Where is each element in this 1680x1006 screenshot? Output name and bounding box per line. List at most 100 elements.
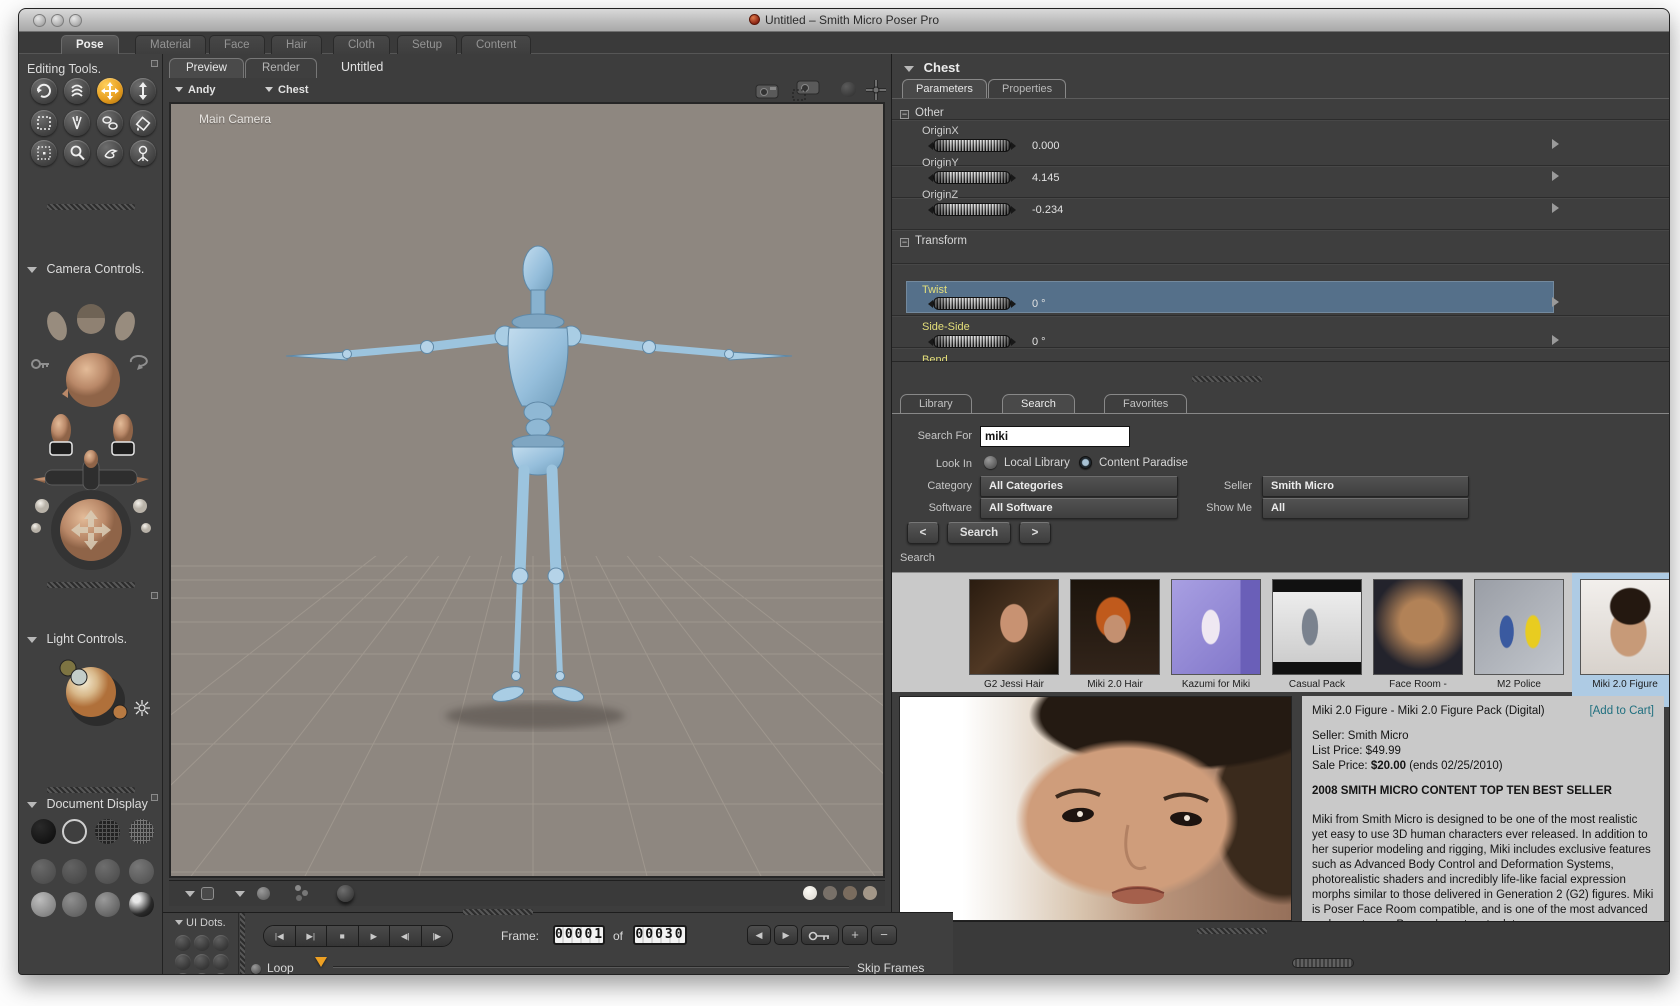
param-label[interactable]: OriginY (922, 157, 959, 169)
ui-dot-button[interactable] (175, 973, 191, 974)
document-display-header[interactable]: Document Display (27, 795, 148, 813)
parameters-target-header[interactable]: Chest (904, 60, 960, 75)
actor-dropdown[interactable]: Andy (175, 84, 216, 96)
display-style-outline[interactable] (62, 819, 87, 844)
tab-content[interactable]: Content (461, 35, 532, 54)
local-library-label[interactable]: Local Library (1004, 457, 1070, 469)
camera-menu-triangle-icon[interactable] (185, 891, 195, 897)
tab-library[interactable]: Library (900, 394, 972, 414)
display-style-wireframe[interactable] (95, 819, 120, 844)
tracking-dot-icon[interactable] (863, 886, 877, 900)
ui-dot-button[interactable] (213, 954, 229, 970)
ui-dot-button[interactable] (175, 954, 191, 970)
search-button[interactable]: Search (947, 522, 1011, 544)
bodypart-dropdown[interactable]: Chest (265, 84, 309, 96)
play-button[interactable]: ▶ (358, 926, 390, 946)
param-label[interactable]: Bend (922, 354, 948, 361)
display-style-cartoon[interactable] (129, 859, 154, 884)
current-frame-field[interactable]: 00001 (553, 925, 605, 945)
result-thumb-face-room[interactable]: Face Room - (1371, 579, 1465, 701)
tab-preview[interactable]: Preview (169, 58, 244, 78)
collapse-box-icon[interactable]: − (900, 238, 909, 247)
grouping-tool-button[interactable] (31, 140, 57, 166)
skip-frames-label[interactable]: Skip Frames (857, 961, 924, 974)
next-page-button[interactable]: > (1019, 522, 1051, 544)
result-thumb-casual-pack[interactable]: Casual Pack (1270, 579, 1364, 701)
group-other[interactable]: − Other (900, 107, 944, 119)
display-style-flat-shaded[interactable] (62, 859, 87, 884)
category-dropdown[interactable]: All Categories (980, 476, 1178, 497)
camera-select-icon[interactable] (791, 78, 823, 102)
tab-face[interactable]: Face (209, 35, 265, 54)
light-controls-header[interactable]: Light Controls. (27, 630, 127, 648)
taper-tool-button[interactable] (64, 110, 90, 136)
panel-expand-icon[interactable] (151, 60, 158, 67)
software-dropdown[interactable]: All Software (980, 498, 1178, 519)
stop-button[interactable]: ■ (327, 926, 359, 946)
result-thumb-g2-jessi-hair[interactable]: G2 Jessi Hair (967, 579, 1061, 701)
tracking-dot-full-icon[interactable] (803, 886, 817, 900)
style-menu-triangle-icon[interactable] (235, 891, 245, 897)
direct-manipulation-tool-button[interactable] (97, 140, 123, 166)
tab-cloth[interactable]: Cloth (333, 35, 390, 54)
param-menu-arrow-icon[interactable] (1552, 335, 1559, 345)
param-value[interactable]: 4.145 (1032, 172, 1060, 184)
display-style-hidden-line[interactable] (129, 819, 154, 844)
ui-dot-button[interactable] (213, 935, 229, 951)
light-controls-graphic[interactable] (19, 652, 163, 752)
add-keyframe-button[interactable] (801, 925, 839, 945)
depth-cue-sphere-icon[interactable] (841, 82, 856, 97)
style-sphere-icon[interactable] (257, 887, 270, 900)
tab-favorites[interactable]: Favorites (1104, 394, 1188, 414)
display-style-lit-wireframe[interactable] (31, 859, 56, 884)
camera-flyaround-icon[interactable] (753, 80, 783, 100)
color-tool-button[interactable] (130, 110, 156, 136)
tab-material[interactable]: Material (135, 35, 206, 54)
local-library-radio[interactable] (984, 456, 997, 469)
section-drag-handle[interactable] (1197, 928, 1267, 934)
prev-frame-button[interactable]: ◀| (390, 926, 422, 946)
last-frame-button[interactable]: ▶| (295, 926, 327, 946)
show-me-dropdown[interactable]: All (1262, 498, 1469, 519)
content-paradise-label[interactable]: Content Paradise (1099, 457, 1188, 469)
param-label[interactable]: OriginX (922, 125, 959, 137)
frame-mode-icon[interactable] (201, 887, 214, 900)
section-drag-handle[interactable] (463, 909, 533, 915)
section-drag-handle[interactable] (47, 787, 135, 793)
light-orbit-tool-button[interactable] (130, 140, 156, 166)
key-prev-button[interactable]: ◀ (747, 925, 771, 945)
tab-hair[interactable]: Hair (271, 35, 323, 54)
display-style-render[interactable] (129, 892, 154, 917)
display-style-smooth-lined[interactable] (62, 892, 87, 917)
timeline-position-marker[interactable] (315, 957, 327, 967)
first-frame-button[interactable]: |◀ (264, 926, 296, 946)
param-menu-arrow-icon[interactable] (1552, 297, 1559, 307)
key-next-button[interactable]: ▶ (774, 925, 798, 945)
param-dial-twist[interactable] (924, 297, 1020, 310)
param-dial-sideside[interactable] (924, 335, 1020, 348)
result-thumb-kazumi[interactable]: Kazumi for Miki (1169, 579, 1263, 701)
panel-expand-icon[interactable] (151, 794, 158, 801)
delete-frames-button[interactable]: − (871, 925, 897, 945)
total-frames-field[interactable]: 00030 (633, 925, 687, 945)
param-value[interactable]: 0 ° (1032, 298, 1046, 310)
param-value[interactable]: -0.234 (1032, 204, 1063, 216)
scale-tool-button[interactable] (31, 110, 57, 136)
view-magnifier-tool-button[interactable] (64, 140, 90, 166)
morph-tool-button[interactable] (97, 110, 123, 136)
section-drag-handle[interactable] (47, 582, 135, 588)
rotate-tool-button[interactable] (31, 78, 57, 104)
param-menu-arrow-icon[interactable] (1552, 171, 1559, 181)
param-menu-arrow-icon[interactable] (1552, 139, 1559, 149)
ui-dot-button[interactable] (213, 973, 229, 974)
add-to-cart-link[interactable]: [Add to Cart] (1589, 704, 1654, 719)
result-thumb-miki-figure-selected[interactable]: Miki 2.0 Figure (1578, 579, 1669, 701)
translate-inout-tool-button[interactable] (130, 78, 156, 104)
tracking-dot-icon[interactable] (843, 886, 857, 900)
ui-dot-button[interactable] (194, 935, 210, 951)
tab-properties[interactable]: Properties (988, 79, 1067, 98)
section-drag-handle[interactable] (1192, 376, 1262, 382)
param-value[interactable]: 0 ° (1032, 336, 1046, 348)
content-paradise-radio[interactable] (1079, 456, 1092, 469)
ui-dot-button[interactable] (194, 954, 210, 970)
